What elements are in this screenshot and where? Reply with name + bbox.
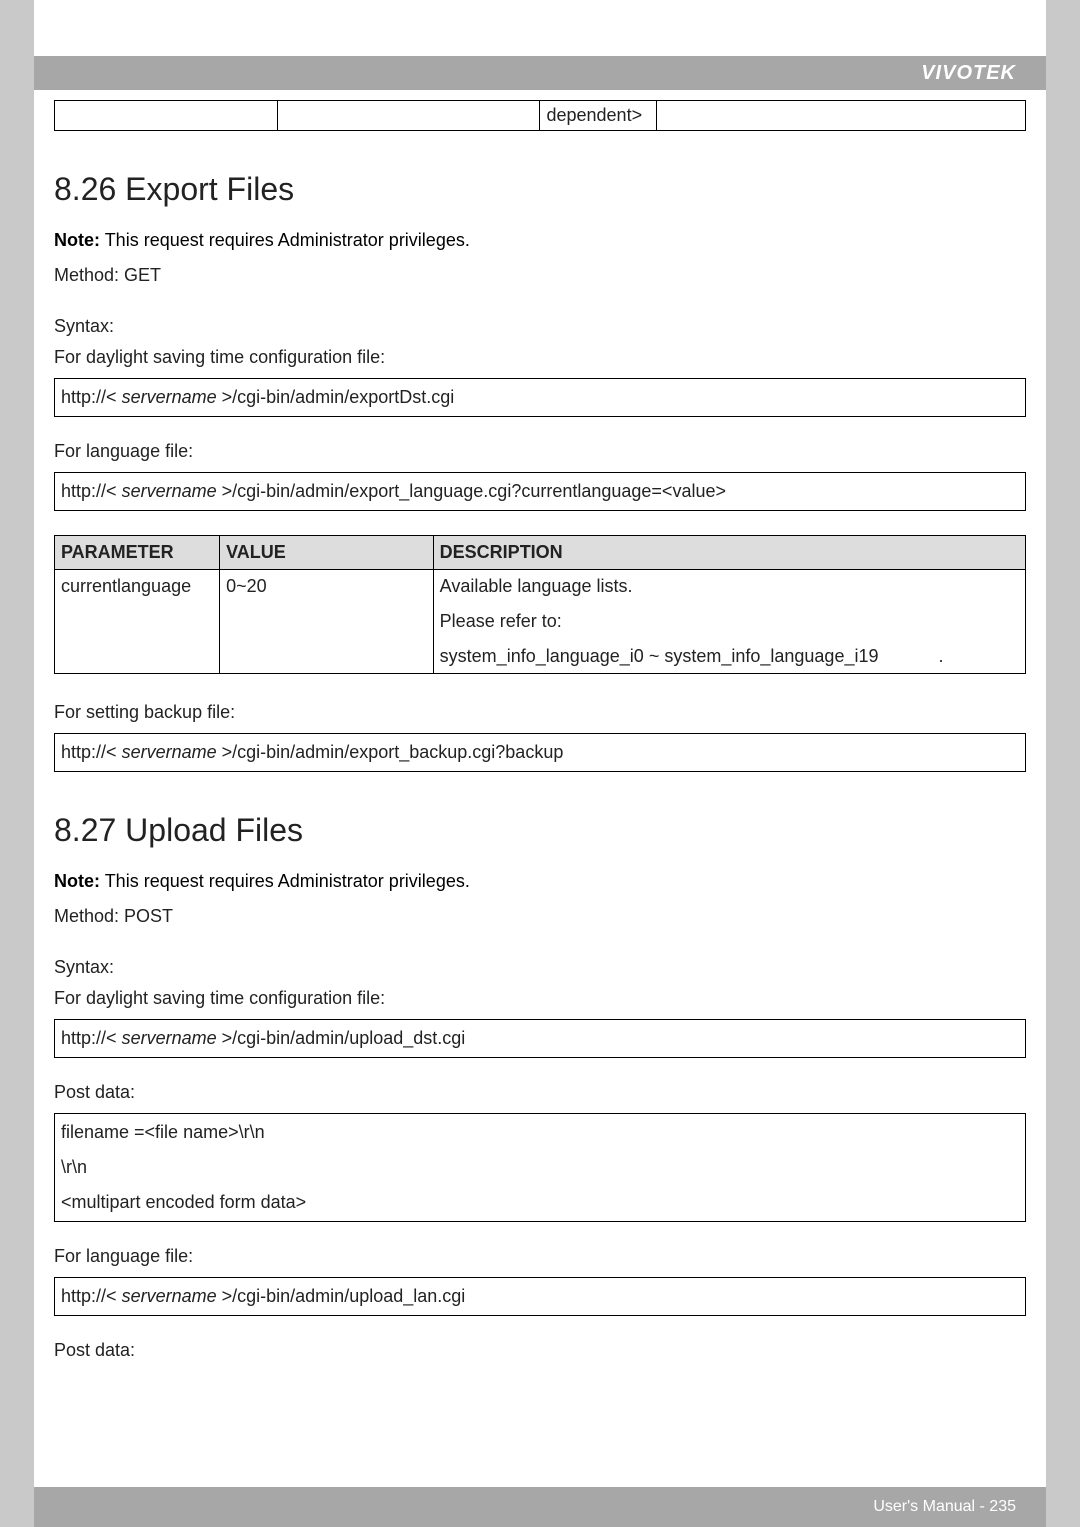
post-line-2: \r\n xyxy=(61,1157,1019,1178)
url-pre: http://< xyxy=(61,1286,117,1306)
note-label: Note: xyxy=(54,230,100,250)
td-param: currentlanguage xyxy=(55,570,220,674)
footer-band: User's Manual - 235 xyxy=(34,1487,1046,1527)
th-description: DESCRIPTION xyxy=(433,536,1025,570)
url-pre: http://< xyxy=(61,387,117,407)
syntax-label-827: Syntax: xyxy=(54,957,1026,978)
url-post: >/cgi-bin/admin/export_backup.cgi?backup xyxy=(222,742,564,762)
parameter-table-826: PARAMETER VALUE DESCRIPTION currentlangu… xyxy=(54,535,1026,674)
desc-line-3: system_info_language_i0 ~ system_info_la… xyxy=(440,646,1019,667)
th-parameter: PARAMETER xyxy=(55,536,220,570)
url-servername: servername xyxy=(122,1286,217,1306)
continuation-table: dependent> xyxy=(54,100,1026,131)
syntax-label-826: Syntax: xyxy=(54,316,1026,337)
url-post: >/cgi-bin/admin/upload_lan.cgi xyxy=(222,1286,466,1306)
th-value: VALUE xyxy=(220,536,434,570)
td-value: 0~20 xyxy=(220,570,434,674)
url-post: >/cgi-bin/admin/upload_dst.cgi xyxy=(222,1028,466,1048)
cont-cell-3: dependent> xyxy=(540,101,657,131)
brand-logo: VIVOTEK xyxy=(921,62,1016,85)
lang-label-826: For language file: xyxy=(54,441,1026,462)
note-826: Note: This request requires Administrato… xyxy=(54,230,1026,251)
lang-label-827: For language file: xyxy=(54,1246,1026,1267)
cont-cell-1 xyxy=(55,101,278,131)
postdata-label2-827: Post data: xyxy=(54,1340,1026,1361)
backup-label-826: For setting backup file: xyxy=(54,702,1026,723)
method-827: Method: POST xyxy=(54,906,1026,927)
dst-label-826: For daylight saving time configuration f… xyxy=(54,347,1026,368)
url-servername: servername xyxy=(122,742,217,762)
note-text: This request requires Administrator priv… xyxy=(105,230,470,250)
page: VIVOTEK dependent> 8.26 Export Files Not… xyxy=(34,0,1046,1527)
cont-cell-2 xyxy=(278,101,540,131)
cont-cell-4 xyxy=(657,101,1026,131)
content-area: dependent> 8.26 Export Files Note: This … xyxy=(54,100,1026,1371)
url-pre: http://< xyxy=(61,1028,117,1048)
td-desc: Available language lists. Please refer t… xyxy=(433,570,1025,674)
note-text: This request requires Administrator priv… xyxy=(105,871,470,891)
header-band: VIVOTEK xyxy=(34,56,1046,90)
url-servername: servername xyxy=(122,1028,217,1048)
dst-label-827: For daylight saving time configuration f… xyxy=(54,988,1026,1009)
note-label: Note: xyxy=(54,871,100,891)
backup-url-box-826: http://< servername >/cgi-bin/admin/expo… xyxy=(54,733,1026,772)
dst-url-box-827: http://< servername >/cgi-bin/admin/uplo… xyxy=(54,1019,1026,1058)
url-pre: http://< xyxy=(61,481,117,501)
note-827: Note: This request requires Administrato… xyxy=(54,871,1026,892)
heading-upload-files: 8.27 Upload Files xyxy=(54,812,1026,849)
heading-export-files: 8.26 Export Files xyxy=(54,171,1026,208)
url-post: >/cgi-bin/admin/export_language.cgi?curr… xyxy=(222,481,726,501)
post-line-1: filename =<file name>\r\n xyxy=(61,1122,1019,1143)
postdata-label-827: Post data: xyxy=(54,1082,1026,1103)
footer-text: User's Manual - 235 xyxy=(873,1498,1016,1516)
post-line-3: <multipart encoded form data> xyxy=(61,1192,1019,1213)
lang-url-box-826: http://< servername >/cgi-bin/admin/expo… xyxy=(54,472,1026,511)
method-826: Method: GET xyxy=(54,265,1026,286)
desc-line-2: Please refer to: xyxy=(440,611,1019,632)
url-servername: servername xyxy=(122,481,217,501)
url-post: >/cgi-bin/admin/exportDst.cgi xyxy=(222,387,455,407)
url-pre: http://< xyxy=(61,742,117,762)
url-servername: servername xyxy=(122,387,217,407)
dst-url-box-826: http://< servername >/cgi-bin/admin/expo… xyxy=(54,378,1026,417)
desc-line-1: Available language lists. xyxy=(440,576,1019,597)
postdata-box-827: filename =<file name>\r\n \r\n <multipar… xyxy=(54,1113,1026,1222)
lang-url-box-827: http://< servername >/cgi-bin/admin/uplo… xyxy=(54,1277,1026,1316)
